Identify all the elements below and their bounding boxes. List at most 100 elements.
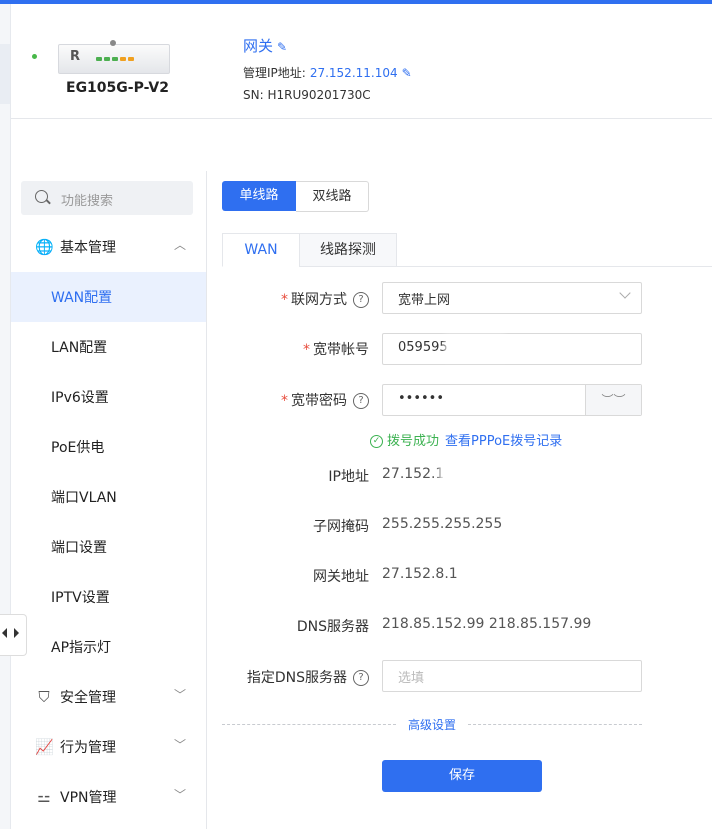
- divider-right: [468, 724, 642, 725]
- tab-line-probe[interactable]: 线路探测: [299, 233, 397, 267]
- serial-number: SN: H1RU90201730C: [243, 88, 371, 102]
- custom-dns-placeholder: 选填: [398, 671, 425, 686]
- sidebar-item-ipv6[interactable]: IPv6设置: [11, 372, 206, 422]
- ip-value-text: 27.152.1: [382, 466, 445, 482]
- arrow-left-icon: [2, 628, 7, 638]
- sidebar-item-poe[interactable]: PoE供电: [11, 422, 206, 472]
- sidebar-item-iptv[interactable]: IPTV设置: [11, 572, 206, 622]
- tab-bar: WAN 线路探测: [222, 233, 712, 267]
- mgmt-ip-label: 管理IP地址:: [243, 66, 306, 80]
- gateway-value: 27.152.8.1: [382, 566, 458, 582]
- password-label-text: 宽带密码: [291, 393, 347, 409]
- chevron-up-icon: ︿: [174, 238, 187, 252]
- search-icon: [35, 190, 48, 203]
- account-input[interactable]: 059595: [382, 333, 642, 365]
- chevron-down-icon: [619, 287, 631, 299]
- segment-single-line[interactable]: 单线路: [222, 181, 296, 211]
- gateway-label: 网关地址: [313, 569, 369, 585]
- gateway-name[interactable]: 网关 ✎: [243, 35, 287, 56]
- sidebar-collapse-toggle[interactable]: [0, 614, 27, 656]
- help-icon[interactable]: ?: [353, 393, 369, 409]
- port-led: [120, 57, 126, 61]
- mode-label-text: 联网方式: [291, 292, 347, 308]
- port-led: [112, 57, 118, 61]
- device-image: R: [58, 40, 170, 74]
- password-value: ••••••: [398, 391, 445, 406]
- device-header: R EG105G-P-V2 网关 ✎ 管理IP地址: 27.152.11.104 ✎ …: [11, 4, 712, 119]
- sidebar-item-wan[interactable]: WAN配置: [11, 272, 206, 322]
- mask-label: 子网掩码: [313, 519, 369, 535]
- password-label: * 宽带密码?: [281, 390, 369, 410]
- sidebar-item-ap-led[interactable]: AP指示灯: [11, 622, 206, 672]
- help-icon[interactable]: ?: [353, 292, 369, 308]
- gateway-name-text: 网关: [243, 37, 274, 55]
- dns-label: DNS服务器: [296, 619, 369, 635]
- sidebar-item-port-settings[interactable]: 端口设置: [11, 522, 206, 572]
- status-text: 拨号成功: [387, 434, 440, 449]
- edit-icon[interactable]: ✎: [402, 66, 412, 80]
- device-logo: R: [70, 49, 81, 64]
- left-edge-marker: [0, 44, 10, 104]
- help-icon[interactable]: ?: [353, 670, 369, 686]
- redaction-blur: [440, 464, 480, 486]
- mode-select[interactable]: 宽带上网: [382, 282, 642, 314]
- custom-dns-label: 指定DNS服务器?: [247, 667, 369, 687]
- port-led: [96, 57, 102, 61]
- redaction-blur: [445, 336, 505, 360]
- sidebar-item-label: IPv6设置: [51, 390, 109, 406]
- password-input[interactable]: •••••• ︶︶: [382, 384, 642, 416]
- menu-group-vpn[interactable]: ⚍ VPN管理 ﹀: [11, 772, 206, 822]
- account-value: 059595: [398, 340, 448, 355]
- port-led: [128, 57, 134, 61]
- required-mark: *: [281, 393, 288, 409]
- required-mark: *: [303, 342, 310, 358]
- mgmt-ip-row: 管理IP地址: 27.152.11.104 ✎: [243, 64, 412, 81]
- sidebar-item-label: 端口设置: [51, 540, 107, 556]
- chevron-down-icon: ﹀: [174, 738, 187, 752]
- divider-left: [222, 724, 396, 725]
- search-placeholder: 功能搜索: [61, 194, 114, 209]
- tab-wan[interactable]: WAN: [222, 233, 300, 267]
- mode-value: 宽带上网: [398, 293, 451, 308]
- account-label: * 宽带帐号: [303, 339, 369, 359]
- globe-icon: 🌐: [35, 238, 54, 256]
- sidebar-item-label: AP指示灯: [51, 640, 112, 656]
- eye-closed-icon[interactable]: ︶︶: [585, 385, 641, 415]
- custom-dns-input[interactable]: 选填: [382, 660, 642, 692]
- menu-group-label: 安全管理: [60, 690, 116, 706]
- menu-group-behavior[interactable]: 📈 行为管理 ﹀: [11, 722, 206, 772]
- segment-dual-line[interactable]: 双线路: [296, 181, 369, 212]
- dial-status: ✓ 拨号成功 查看PPPoE拨号记录: [370, 430, 562, 449]
- pppoe-log-link[interactable]: 查看PPPoE拨号记录: [445, 434, 562, 449]
- chart-icon: 📈: [35, 738, 54, 756]
- sidebar-item-port-vlan[interactable]: 端口VLAN: [11, 472, 206, 522]
- menu-group-label: 行为管理: [60, 740, 116, 756]
- sidebar-item-label: WAN配置: [51, 290, 113, 306]
- search-input[interactable]: 功能搜索: [21, 181, 193, 215]
- sidebar-item-lan[interactable]: LAN配置: [11, 322, 206, 372]
- ip-label: IP地址: [328, 469, 369, 485]
- account-label-text: 宽带帐号: [313, 342, 369, 358]
- sidebar: 功能搜索 🌐 基本管理 ︿ WAN配置 LAN配置 IPv6设置 PoE供电 端…: [11, 171, 207, 829]
- menu-group-security[interactable]: ⛉ 安全管理 ﹀: [11, 672, 206, 722]
- device-knob: [110, 40, 116, 46]
- ip-value: 27.152.1: [382, 466, 444, 482]
- menu-group-label: VPN管理: [60, 790, 117, 806]
- port-led: [104, 57, 110, 61]
- edit-icon[interactable]: ✎: [277, 40, 287, 54]
- check-circle-icon: ✓: [370, 435, 383, 448]
- chevron-down-icon: ﹀: [174, 688, 187, 702]
- device-model: EG105G-P-V2: [66, 80, 169, 96]
- dns-value: 218.85.152.99 218.85.157.99: [382, 616, 592, 632]
- network-icon: ⚍: [37, 788, 51, 806]
- menu-group-basic[interactable]: 🌐 基本管理 ︿: [11, 222, 206, 272]
- sidebar-item-label: 端口VLAN: [51, 490, 117, 506]
- chevron-down-icon: ﹀: [174, 788, 187, 802]
- sidebar-item-label: PoE供电: [51, 440, 105, 456]
- left-edge-rail: [0, 4, 11, 829]
- save-button[interactable]: 保存: [382, 760, 542, 792]
- advanced-settings-toggle[interactable]: 高级设置: [396, 716, 468, 733]
- mask-value: 255.255.255.255: [382, 516, 503, 532]
- custom-dns-label-text: 指定DNS服务器: [246, 670, 347, 686]
- arrow-right-icon: [14, 628, 19, 638]
